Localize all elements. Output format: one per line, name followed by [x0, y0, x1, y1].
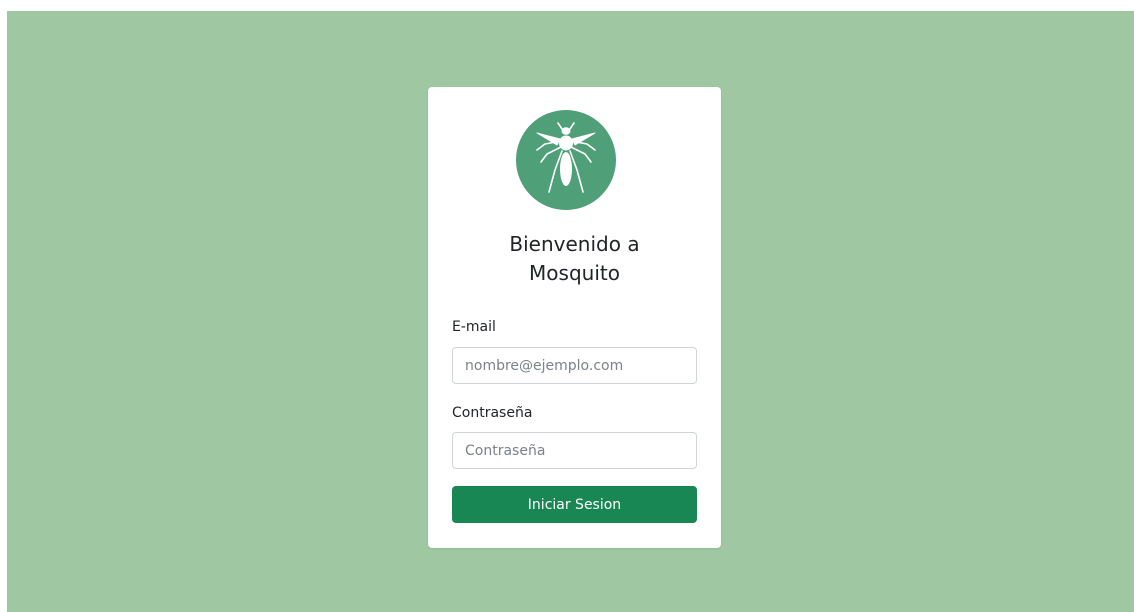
title-line-1: Bienvenido a [509, 232, 640, 256]
login-button[interactable]: Iniciar Sesion [452, 486, 697, 523]
email-field[interactable] [452, 347, 697, 384]
password-field[interactable] [452, 432, 697, 469]
title-line-2: Mosquito [529, 261, 620, 285]
mosquito-icon [536, 122, 596, 193]
login-card: Bienvenido a Mosquito E-mail Contraseña … [428, 87, 721, 548]
email-label: E-mail [452, 319, 496, 335]
password-label: Contraseña [452, 405, 533, 421]
logo [516, 110, 616, 210]
page-title: Bienvenido a Mosquito [428, 230, 721, 288]
